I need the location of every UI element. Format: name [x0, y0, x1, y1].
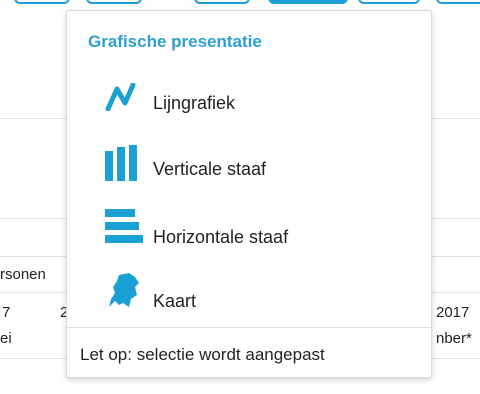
table-cell: nber*: [436, 330, 472, 347]
menu-item-line-chart[interactable]: Lijngrafiek: [105, 82, 405, 123]
netherlands-map-icon: [105, 273, 145, 314]
table-cell: ei: [0, 330, 12, 347]
popup-divider: [67, 327, 431, 328]
popup-title: Grafische presentatie: [88, 32, 262, 51]
chart-toolbar: [0, 0, 480, 6]
menu-item-label: Verticale staaf: [153, 159, 267, 179]
chart-type-popup: Grafische presentatie Lijngrafiek Vertic…: [66, 10, 432, 378]
toolbar-button[interactable]: [86, 0, 142, 4]
toolbar-button-active[interactable]: [268, 0, 348, 4]
toolbar-button[interactable]: [14, 0, 70, 4]
menu-item-label: Horizontale staaf: [153, 227, 289, 247]
menu-item-vertical-bar[interactable]: Verticale staaf: [105, 145, 405, 185]
selection-notice: Let op: selectie wordt aangepast: [80, 345, 325, 364]
menu-item-label: Kaart: [153, 291, 197, 311]
toolbar-button[interactable]: [194, 0, 250, 4]
menu-item-map[interactable]: Kaart: [105, 273, 405, 313]
toolbar-button[interactable]: [436, 0, 480, 4]
menu-item-label: Lijngrafiek: [153, 93, 236, 113]
menu-item-horizontal-bar[interactable]: Horizontale staaf: [105, 209, 405, 249]
toolbar-button[interactable]: [358, 0, 420, 4]
table-header-cell: rsonen: [0, 266, 46, 283]
vertical-bar-icon: [105, 145, 145, 188]
table-cell: 2017: [436, 304, 470, 321]
table-cell: 7: [2, 304, 11, 321]
line-chart-icon: [105, 82, 145, 116]
horizontal-bar-icon: [105, 209, 145, 254]
